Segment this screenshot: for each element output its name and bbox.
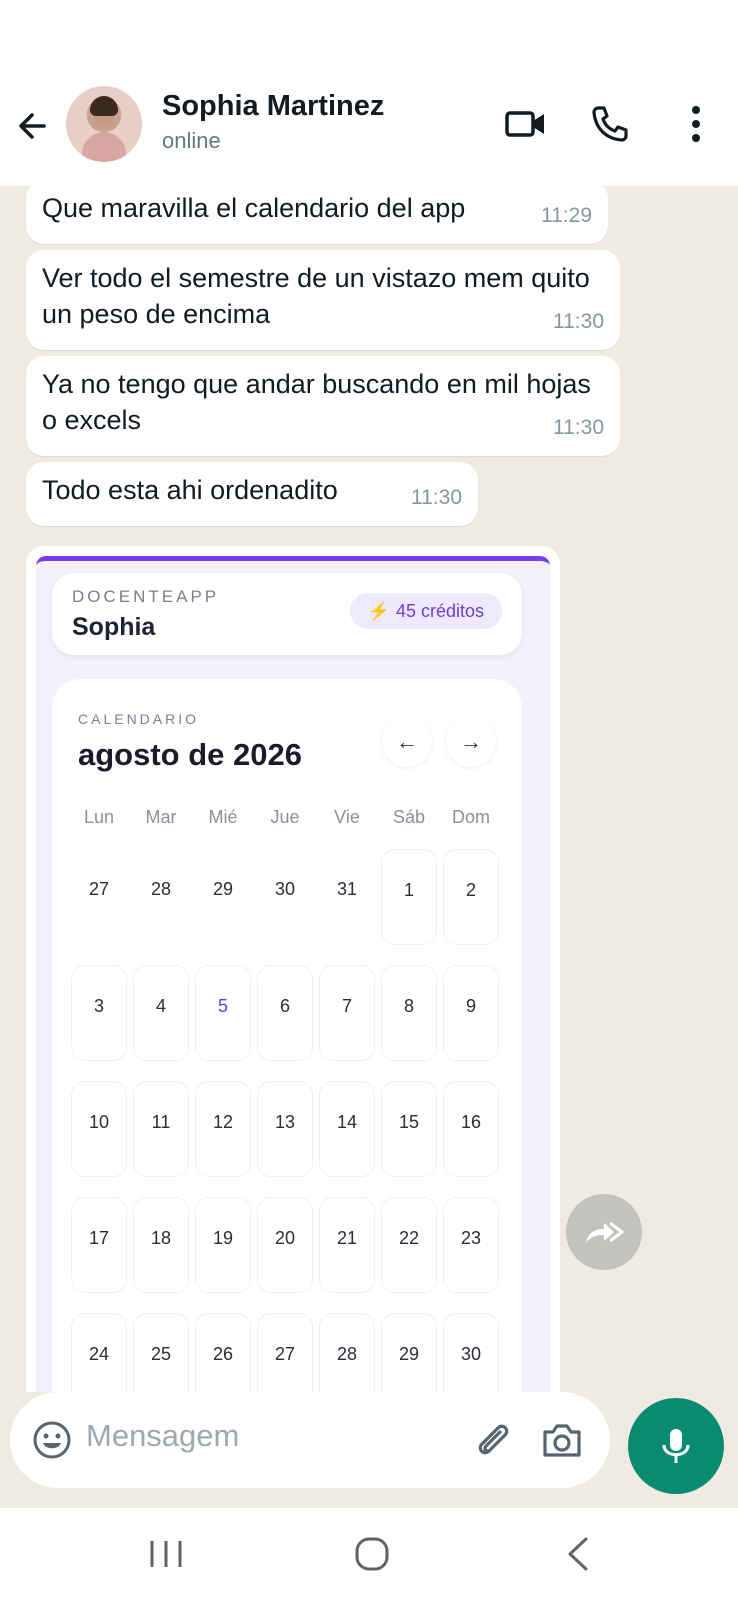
message-time: 11:30 [553,416,604,439]
message-bubble[interactable]: Ya no tengo que andar buscando en mil ho… [26,356,620,456]
calendar-day: 30 [274,879,296,899]
more-options-icon[interactable] [676,102,716,146]
message-bubble[interactable]: Ver todo el semestre de un vistazo mem q… [26,250,620,350]
microphone-icon [662,1429,690,1463]
message-bubble[interactable]: Que maravilla el calendario del app 11:2… [26,186,608,244]
calendar-day: 11 [133,1081,189,1177]
credits-label: 45 créditos [395,600,484,621]
phone-call-icon[interactable] [588,102,632,146]
calendar-day-highlighted: 5 [195,965,251,1061]
app-brand: DOCENTEAPP [72,587,220,606]
calendar-day: 31 [336,879,358,899]
calendar-day: 30 [443,1313,499,1392]
recent-apps-icon[interactable] [144,1534,188,1574]
calendar-day: 17 [71,1197,127,1293]
calendar-day: 6 [257,965,313,1061]
weekday-header: Lun Mar Mié Jue Vie Sáb Dom [68,807,508,828]
calendar-week: 24 25 26 27 28 29 30 [68,1313,508,1392]
lightning-icon: ⚡ [367,600,390,621]
message-text: Ya no tengo que andar buscando en mil ho… [42,369,591,435]
calendar-day: 9 [443,965,499,1061]
message-text: Todo esta ahi ordenadito [42,475,338,505]
forward-icon [586,1221,624,1243]
calendar-day: 12 [195,1081,251,1177]
back-arrow-icon[interactable] [14,106,54,146]
calendar-week: 17 18 19 20 21 22 23 [68,1197,508,1313]
calendar-day: 3 [71,965,127,1061]
message-input[interactable]: Mensagem [86,1418,239,1454]
calendar-day: 8 [381,965,437,1061]
credits-badge: ⚡ 45 créditos [349,593,502,629]
video-call-icon[interactable] [504,102,548,146]
weekday-label: Dom [451,807,490,827]
calendar-day: 29 [381,1313,437,1392]
app-user-name: Sophia [72,613,156,641]
system-nav-bar [0,1508,738,1600]
calendar-day: 20 [257,1197,313,1293]
calendar-day: 15 [381,1081,437,1177]
calendar-day: 28 [150,879,172,899]
weekday-label: Jue [270,807,300,827]
voice-message-button[interactable] [628,1398,724,1494]
weekday-label: Vie [334,807,360,827]
avatar[interactable] [66,86,142,162]
calendar-day: 21 [319,1197,375,1293]
calendar-day: 22 [381,1197,437,1293]
calendar-month: agosto de 2026 [78,737,302,772]
forward-button[interactable] [566,1194,642,1270]
app-header-card: DOCENTEAPP Sophia ⚡ 45 créditos [52,573,522,655]
prev-month-button: ← [382,717,432,767]
calendar-day: 19 [195,1197,251,1293]
calendar-day: 28 [319,1313,375,1392]
contact-name[interactable]: Sophia Martinez [162,90,384,123]
calendar-day: 13 [257,1081,313,1177]
calendar-card: CALENDARIO agosto de 2026 ← → Lun Mar Mi… [52,679,522,1392]
calendar-week: 27 28 29 30 31 1 2 [68,849,508,965]
message-bubble[interactable]: Todo esta ahi ordenadito 11:30 [26,462,478,526]
calendar-day: 26 [195,1313,251,1392]
chat-header: Sophia Martinez online [0,82,738,186]
calendar-week: 3 4 5 6 7 8 9 [68,965,508,1081]
weekday-label: Mié [208,807,238,827]
weekday-label: Lun [83,807,115,827]
calendar-day: 24 [71,1313,127,1392]
calendar-day: 27 [88,879,110,899]
calendar-grid: 27 28 29 30 31 1 2 3 4 5 6 7 8 9 10 11 1… [68,849,508,1392]
calendar-day: 16 [443,1081,499,1177]
calendar-day: 10 [71,1081,127,1177]
calendar-label: CALENDARIO [78,711,200,727]
calendar-day: 4 [133,965,189,1061]
calendar-week: 10 11 12 13 14 15 16 [68,1081,508,1197]
message-time: 11:30 [411,486,462,509]
calendar-day: 18 [133,1197,189,1293]
message-composer: Mensagem [10,1392,610,1488]
next-month-button: → [446,717,496,767]
contact-status: online [162,128,221,153]
home-icon[interactable] [350,1534,394,1574]
status-bar [0,0,738,82]
calendar-day: 27 [257,1313,313,1392]
camera-icon[interactable] [540,1420,584,1460]
chat-area[interactable]: Que maravilla el calendario del app 11:2… [0,186,738,1392]
attach-icon[interactable] [470,1418,514,1462]
weekday-label: Sáb [392,807,426,827]
message-text: Que maravilla el calendario del app [42,193,466,223]
message-time: 11:30 [553,310,604,333]
calendar-day: 23 [443,1197,499,1293]
message-time: 11:29 [541,204,592,227]
shared-screenshot: DOCENTEAPP Sophia ⚡ 45 créditos CALENDAR… [36,556,550,1392]
calendar-day: 1 [381,849,437,945]
system-back-icon[interactable] [556,1534,600,1574]
calendar-day: 25 [133,1313,189,1392]
calendar-day: 2 [443,849,499,945]
message-text: Ver todo el semestre de un vistazo mem q… [42,263,590,329]
calendar-day: 29 [212,879,234,899]
image-message[interactable]: DOCENTEAPP Sophia ⚡ 45 créditos CALENDAR… [26,546,560,1392]
emoji-icon[interactable] [32,1420,72,1460]
weekday-label: Mar [145,807,177,827]
calendar-day: 14 [319,1081,375,1177]
calendar-day: 7 [319,965,375,1061]
